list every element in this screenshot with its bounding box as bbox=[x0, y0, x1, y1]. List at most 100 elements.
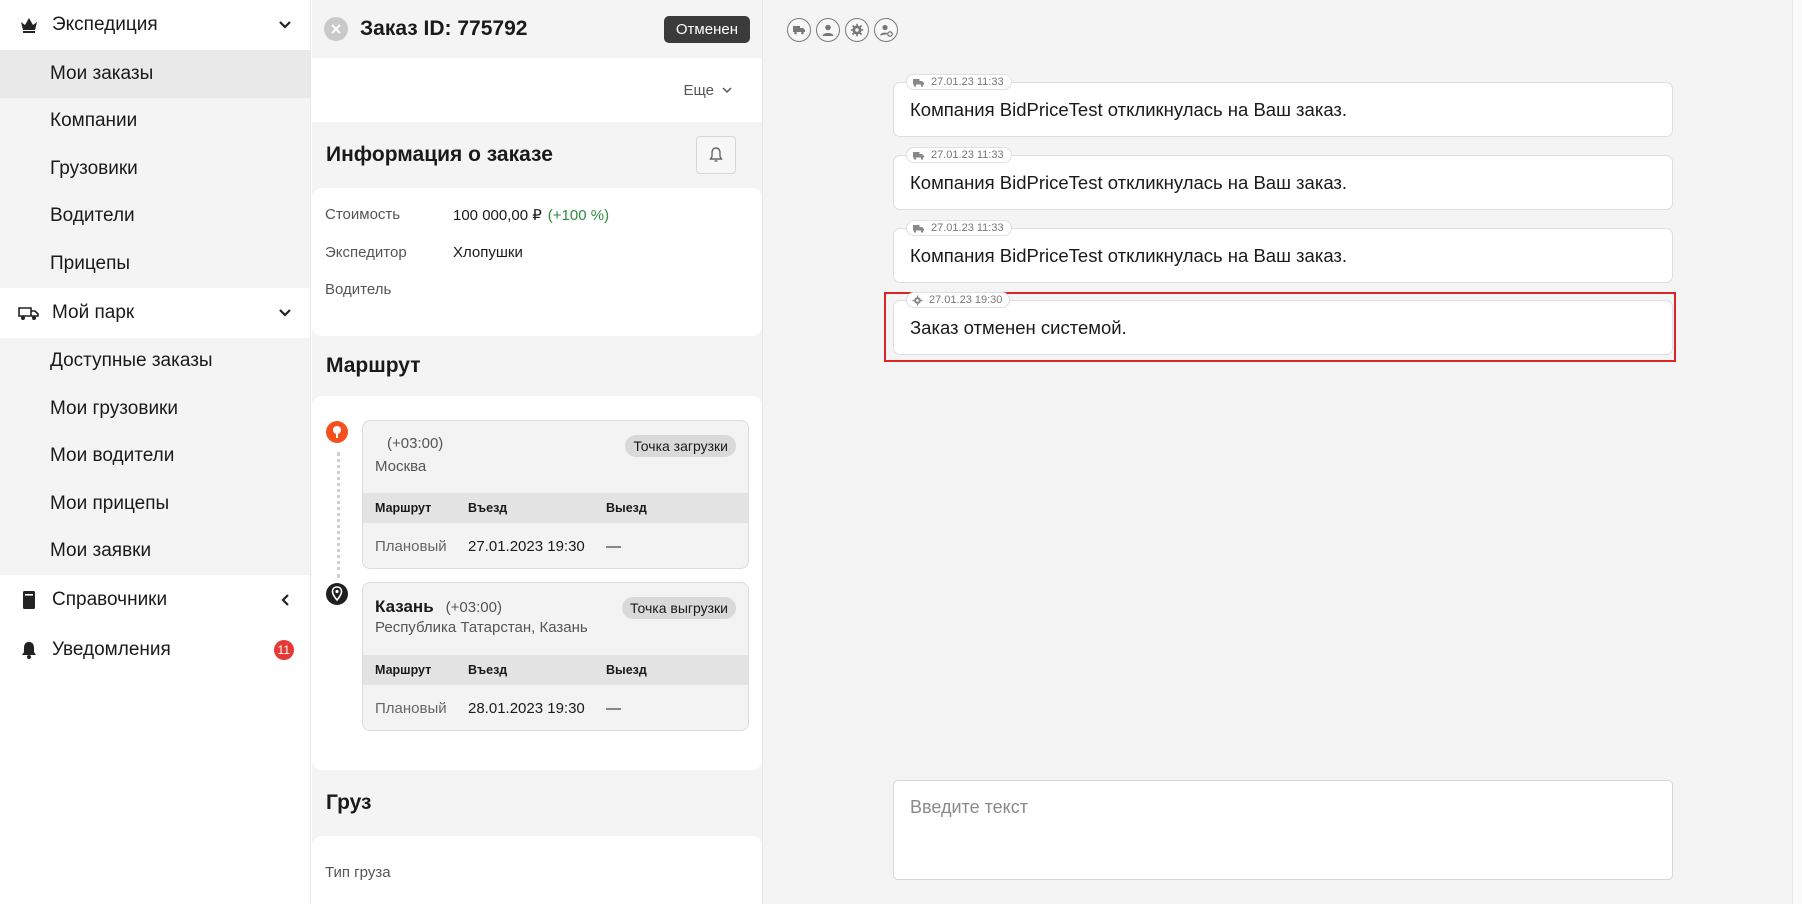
close-icon[interactable] bbox=[324, 17, 348, 41]
message-text: Компания BidPriceTest откликнулась на Ва… bbox=[910, 99, 1348, 120]
sidebar-item-trucks[interactable]: Грузовики bbox=[0, 145, 310, 193]
chevron-down-icon bbox=[722, 86, 732, 94]
cargo-type-label: Тип груза bbox=[325, 864, 391, 881]
truck-icon bbox=[912, 151, 925, 160]
sidebar-item-drivers[interactable]: Водители bbox=[0, 193, 310, 241]
truck-icon bbox=[912, 78, 925, 87]
truck-fleet-icon bbox=[18, 302, 40, 324]
chat-message: 27.01.23 11:33 Компания BidPriceTest отк… bbox=[893, 147, 1673, 210]
cost-amount: 100 000,00 ₽ bbox=[453, 207, 542, 224]
message-text: Компания BidPriceTest откликнулась на Ва… bbox=[910, 245, 1348, 266]
sidebar-item-companies[interactable]: Компании bbox=[0, 98, 310, 146]
route-section-header: Маршрут bbox=[312, 336, 762, 396]
cargo-section-header: Груз bbox=[312, 770, 762, 836]
order-header: Заказ ID: 775792 Отменен bbox=[312, 0, 762, 58]
more-menu[interactable]: Еще bbox=[312, 58, 762, 122]
stop-header: (+03:00) Москва Точка загрузки bbox=[363, 421, 748, 493]
cost-percent: (+100 %) bbox=[547, 207, 610, 224]
stop-timezone: (+03:00) bbox=[445, 599, 502, 616]
truck-icon bbox=[912, 224, 925, 233]
chat-message: 27.01.23 11:33 Компания BidPriceTest отк… bbox=[893, 74, 1673, 137]
cell-route: Плановый bbox=[375, 699, 447, 717]
crown-icon bbox=[18, 14, 40, 36]
app-root: Экспедиция Мои заказы Компании Грузовики… bbox=[0, 0, 1802, 904]
cost-value: 100 000,00 ₽ (+100 %) bbox=[453, 206, 609, 224]
nav-group-notifications[interactable]: Уведомления 11 bbox=[0, 625, 310, 675]
nav-group-label: Уведомления bbox=[52, 639, 171, 660]
message-composer bbox=[893, 780, 1673, 880]
message-time: 27.01.23 11:33 bbox=[931, 222, 1004, 234]
info-row-driver: Водитель bbox=[325, 281, 749, 319]
order-info-card: Стоимость 100 000,00 ₽ (+100 %) Экспедито… bbox=[312, 188, 762, 336]
col-entry: Въезд bbox=[468, 663, 508, 677]
stop-type-badge: Точка выгрузки bbox=[622, 597, 736, 619]
sidebar-item-my-drivers[interactable]: Мои водители bbox=[0, 433, 310, 481]
message-meta: 27.01.23 11:33 bbox=[906, 74, 1012, 90]
bell-icon bbox=[18, 639, 40, 661]
nav-sub-expedition: Мои заказы Компании Грузовики Водители П… bbox=[0, 50, 310, 288]
info-section-header: Информация о заказе bbox=[312, 122, 762, 188]
cell-entry: 27.01.2023 19:30 bbox=[468, 537, 585, 555]
sidebar-item-my-trailers[interactable]: Мои прицепы bbox=[0, 480, 310, 528]
route-stop-unloading[interactable]: Казань (+03:00) Республика Татарстан, Ка… bbox=[362, 582, 749, 731]
order-title: Заказ ID: 775792 bbox=[360, 17, 528, 40]
message-meta: 27.01.23 19:30 bbox=[906, 292, 1011, 308]
user-gear-icon[interactable] bbox=[874, 18, 898, 42]
truck-icon[interactable] bbox=[787, 18, 811, 42]
order-chat-panel: 27.01.23 11:33 Компания BidPriceTest отк… bbox=[762, 0, 1802, 904]
cargo-card: Тип груза bbox=[312, 836, 762, 904]
chevron-left-icon[interactable] bbox=[274, 589, 296, 611]
chat-message-system: 27.01.23 19:30 Заказ отменен системой. bbox=[893, 292, 1673, 355]
stop-address: Республика Татарстан, Казань bbox=[375, 619, 588, 636]
nav-group-directories[interactable]: Справочники bbox=[0, 575, 310, 625]
stop-address: Москва bbox=[375, 458, 427, 475]
more-label: Еще bbox=[683, 81, 714, 99]
forwarder-label: Экспедитор bbox=[325, 243, 407, 261]
destination-pin-icon bbox=[325, 582, 349, 606]
subscribe-bell-button[interactable] bbox=[696, 136, 736, 174]
col-entry: Въезд bbox=[468, 501, 508, 515]
gear-icon bbox=[912, 295, 923, 306]
cell-exit: — bbox=[606, 537, 621, 555]
nav-group-label: Экспедиция bbox=[52, 14, 158, 35]
stop-table-header: Маршрут Въезд Выезд bbox=[363, 493, 748, 523]
info-row-forwarder: Экспедитор Хлопушки bbox=[325, 244, 749, 282]
nav-group-label: Справочники bbox=[52, 589, 168, 610]
col-route: Маршрут bbox=[375, 663, 432, 677]
order-panel: Заказ ID: 775792 Отменен Еще Информация … bbox=[312, 0, 762, 904]
chevron-down-icon[interactable] bbox=[274, 302, 296, 324]
notification-count-badge: 11 bbox=[273, 640, 294, 660]
route-timeline bbox=[337, 452, 340, 578]
chat-content: 27.01.23 11:33 Компания BidPriceTest отк… bbox=[763, 0, 1793, 904]
stop-city: Казань bbox=[375, 597, 434, 616]
driver-label: Водитель bbox=[325, 281, 392, 298]
route-stop-loading[interactable]: (+03:00) Москва Точка загрузки Маршрут В… bbox=[362, 420, 749, 569]
chat-scrollbar[interactable] bbox=[1792, 0, 1802, 904]
info-row-cost: Стоимость 100 000,00 ₽ (+100 %) bbox=[325, 206, 749, 244]
stop-timezone: (+03:00) bbox=[387, 435, 444, 452]
message-meta: 27.01.23 11:33 bbox=[906, 220, 1012, 236]
nav-group-my-fleet[interactable]: Мой парк bbox=[0, 288, 310, 338]
user-icon[interactable] bbox=[816, 18, 840, 42]
sidebar-item-my-requests[interactable]: Мои заявки bbox=[0, 528, 310, 576]
col-exit: Выезд bbox=[606, 663, 647, 677]
sidebar-item-available-orders[interactable]: Доступные заказы bbox=[0, 338, 310, 386]
info-title: Информация о заказе bbox=[326, 143, 553, 166]
message-meta: 27.01.23 11:33 bbox=[906, 147, 1012, 163]
message-input[interactable] bbox=[910, 797, 1656, 863]
sidebar-item-trailers[interactable]: Прицепы bbox=[0, 240, 310, 288]
sidebar: Экспедиция Мои заказы Компании Грузовики… bbox=[0, 0, 311, 904]
cost-label: Стоимость bbox=[325, 206, 401, 223]
message-time: 27.01.23 11:33 bbox=[931, 76, 1004, 88]
cell-entry: 28.01.2023 19:30 bbox=[468, 699, 585, 717]
gear-icon[interactable] bbox=[845, 18, 869, 42]
message-time: 27.01.23 19:30 bbox=[929, 294, 1003, 306]
nav-sub-my-fleet: Доступные заказы Мои грузовики Мои водит… bbox=[0, 337, 310, 576]
chevron-down-icon[interactable] bbox=[274, 14, 296, 36]
nav-group-expedition[interactable]: Экспедиция bbox=[0, 0, 310, 50]
sidebar-item-my-orders[interactable]: Мои заказы bbox=[0, 50, 310, 98]
origin-pin-icon bbox=[325, 420, 349, 444]
message-time: 27.01.23 11:33 bbox=[931, 149, 1004, 161]
stop-table-header: Маршрут Въезд Выезд bbox=[363, 655, 748, 685]
sidebar-item-my-trucks[interactable]: Мои грузовики bbox=[0, 385, 310, 433]
